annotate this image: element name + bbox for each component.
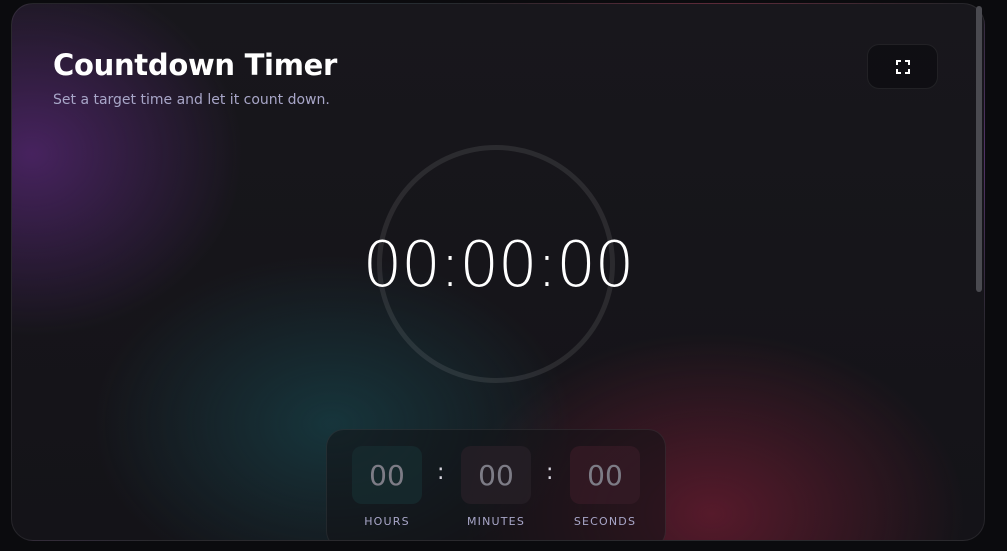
fullscreen-button[interactable] [867, 44, 938, 89]
hours-label: HOURS [364, 515, 410, 528]
timer-card: Countdown Timer Set a target time and le… [11, 3, 985, 541]
minutes-input[interactable] [461, 446, 531, 504]
page-subtitle: Set a target time and let it count down. [53, 92, 330, 108]
hours-input[interactable] [352, 446, 422, 504]
fullscreen-icon [895, 59, 910, 74]
time-separator: : [546, 460, 554, 485]
minutes-label: MINUTES [466, 515, 526, 528]
countdown-display: 00:00:00 [362, 228, 634, 301]
seconds-input[interactable] [570, 446, 640, 504]
seconds-label: SECONDS [573, 515, 637, 528]
time-inputs-panel: : : HOURS MINUTES SECONDS [326, 429, 666, 540]
scrollbar-thumb[interactable] [976, 6, 982, 292]
page-title: Countdown Timer [53, 48, 337, 82]
time-separator: : [437, 460, 445, 485]
